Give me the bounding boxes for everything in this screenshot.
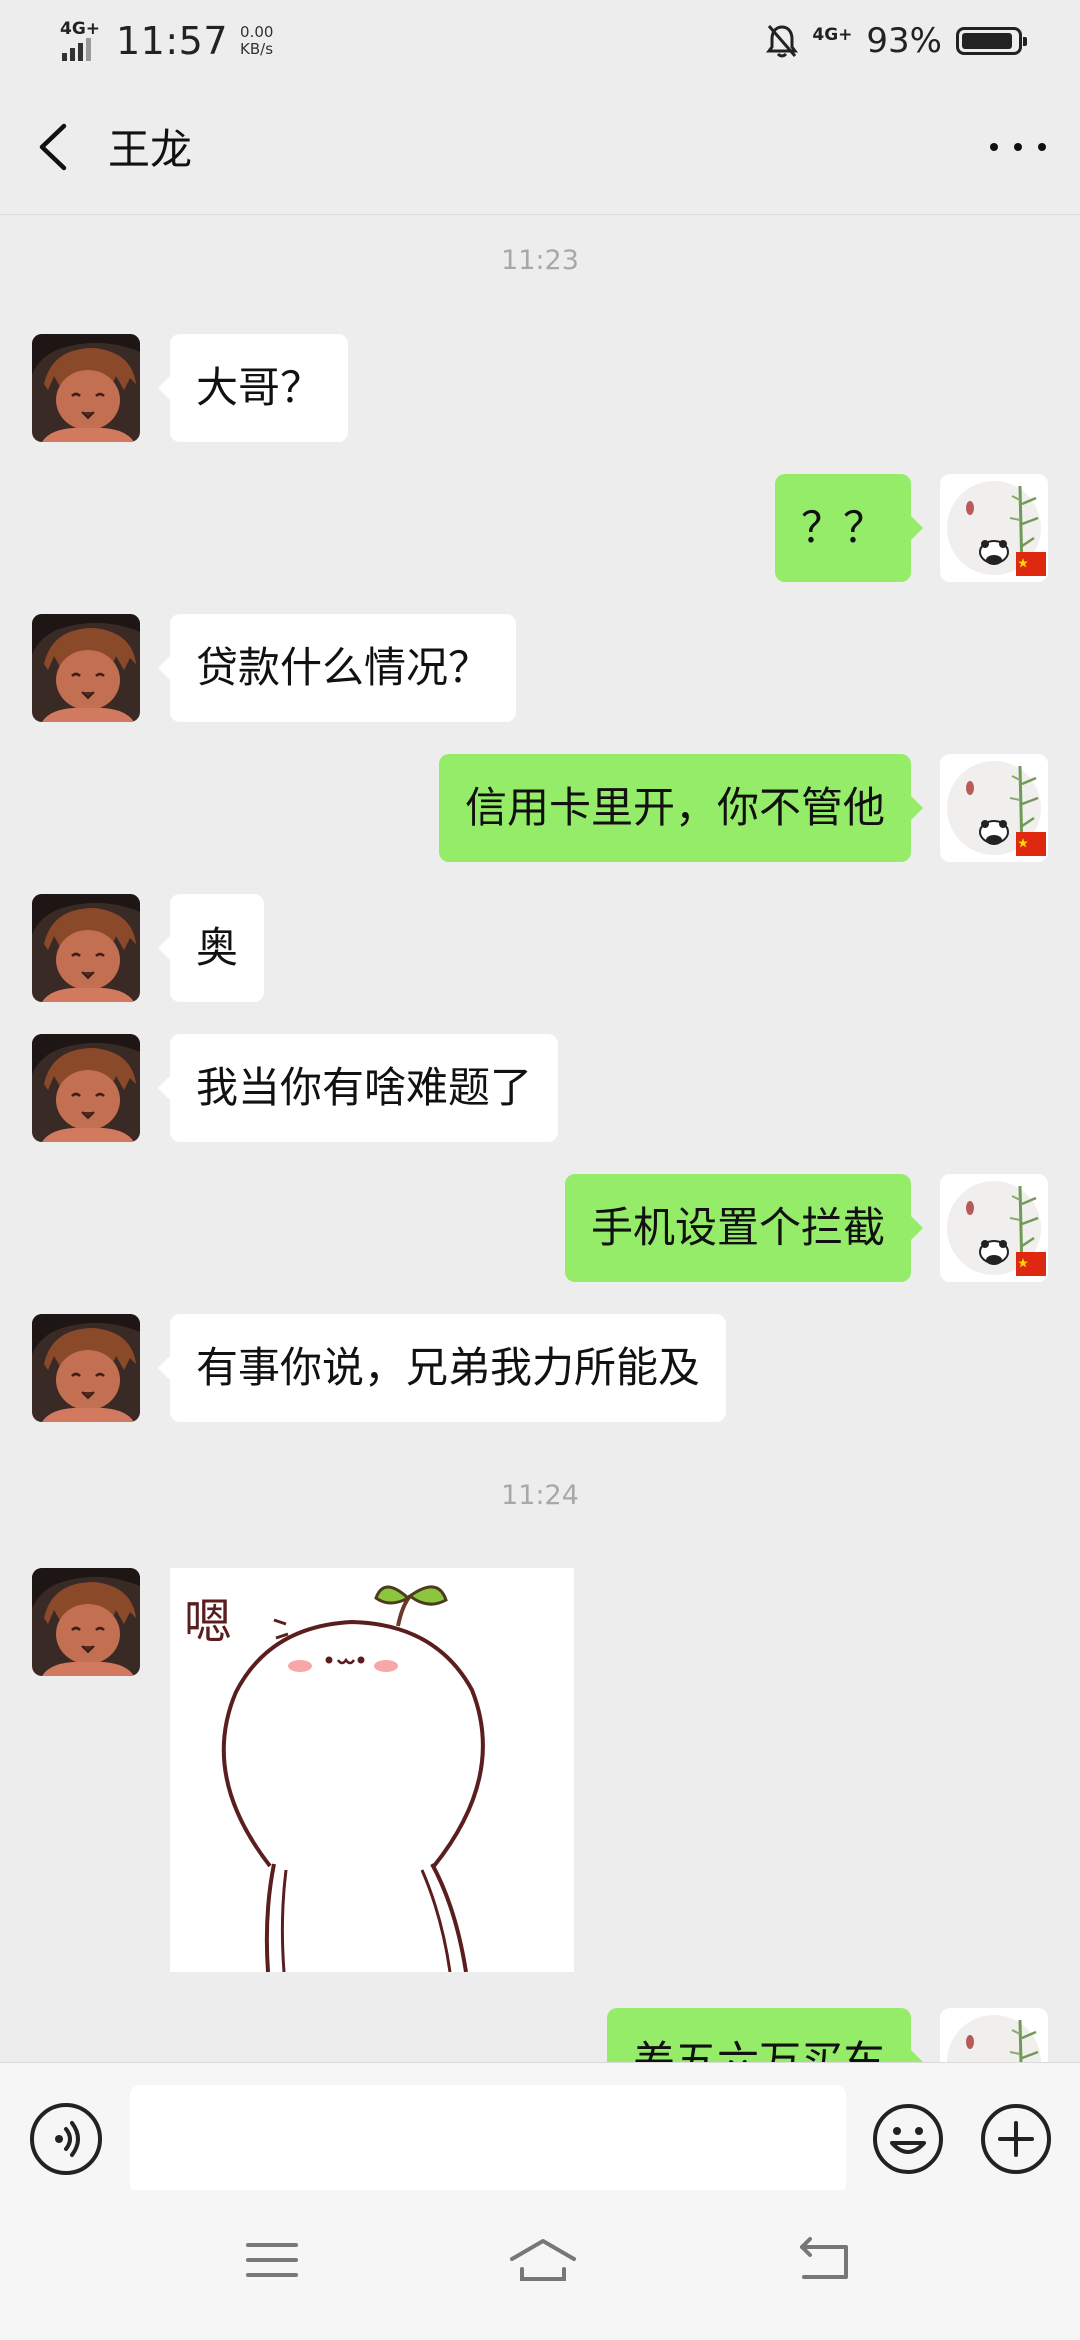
message-bubble-incoming[interactable]: 我当你有啥难题了 [157,1034,559,1142]
message-bubble-outgoing[interactable]: 差五六万买车 [606,2008,924,2062]
message-bubble-outgoing[interactable]: ？？ [774,474,924,582]
input-bar [0,2062,1080,2195]
home-button[interactable] [508,2235,576,2285]
timestamp: 11:23 [501,245,579,276]
timestamp: 11:24 [501,1480,579,1511]
signal-icon: 4G+ [58,19,102,63]
more-button[interactable] [990,132,1046,162]
speed-value: 0.00 [240,23,274,41]
contact-avatar[interactable] [32,614,140,722]
sticker-message[interactable]: 嗯 [170,1568,574,1973]
voice-input-icon [55,2121,80,2157]
voice-button[interactable] [30,2103,102,2175]
emoji-button[interactable] [872,2103,944,2175]
status-bar: 4G+ 11:57 0.00 KB/s 4G+ 93% [0,0,1080,80]
message-bubble-incoming[interactable]: 大哥？ [157,334,349,442]
more-dot [1014,143,1022,151]
message-bubble-outgoing[interactable]: 手机设置个拦截 [564,1174,924,1282]
network-speed: 0.00 KB/s [240,24,273,58]
contact-avatar[interactable] [32,1034,140,1142]
back-nav-button[interactable] [796,2235,856,2285]
menu-icon [246,2243,298,2277]
plus-circle-icon [981,2104,1051,2174]
network-type-right: 4G+ [812,25,853,45]
my-avatar[interactable] [940,1174,1048,1282]
back-icon [800,2237,848,2279]
contact-avatar[interactable] [32,1568,140,1676]
recent-apps-button[interactable] [242,2235,302,2285]
home-icon [510,2239,576,2281]
message-bubble-incoming[interactable]: 奥 [157,894,265,1002]
contact-avatar[interactable] [32,894,140,1002]
battery-percent: 93% [866,21,942,61]
message-bubble-outgoing[interactable]: 信用卡里开，你不管他 [438,754,924,862]
chat-title: 王龙 [108,125,193,174]
message-list[interactable]: 11:23 大哥？ ？？ 贷款什么情况？ 信用卡里开，你不管他 奥 我当你有啥难… [0,215,1080,2062]
my-avatar[interactable] [940,2008,1048,2062]
emoji-icon [873,2104,943,2174]
back-button[interactable] [30,120,80,174]
message-bubble-incoming[interactable]: 贷款什么情况？ [157,614,517,722]
more-dot [1038,143,1046,151]
my-avatar[interactable] [940,754,1048,862]
more-actions-button[interactable] [980,2103,1052,2175]
bell-off-icon [766,25,799,58]
chat-header: 王龙 [0,80,1080,215]
message-bubble-incoming[interactable]: 有事你说，兄弟我力所能及 [157,1314,727,1422]
contact-avatar[interactable] [32,334,140,442]
system-nav-bar [0,2190,1080,2340]
network-type-label: 4G+ [60,19,101,39]
sticker-text: 嗯 [184,1594,232,1650]
chevron-left-icon [39,123,67,171]
contact-avatar[interactable] [32,1314,140,1422]
my-avatar[interactable] [940,474,1048,582]
status-time: 11:57 [116,19,229,63]
message-input[interactable] [130,2085,846,2195]
battery-icon [956,27,1027,55]
speed-unit: KB/s [240,40,274,58]
more-horizontal-icon [990,143,998,151]
sticker-image: 嗯 [184,1585,485,1973]
